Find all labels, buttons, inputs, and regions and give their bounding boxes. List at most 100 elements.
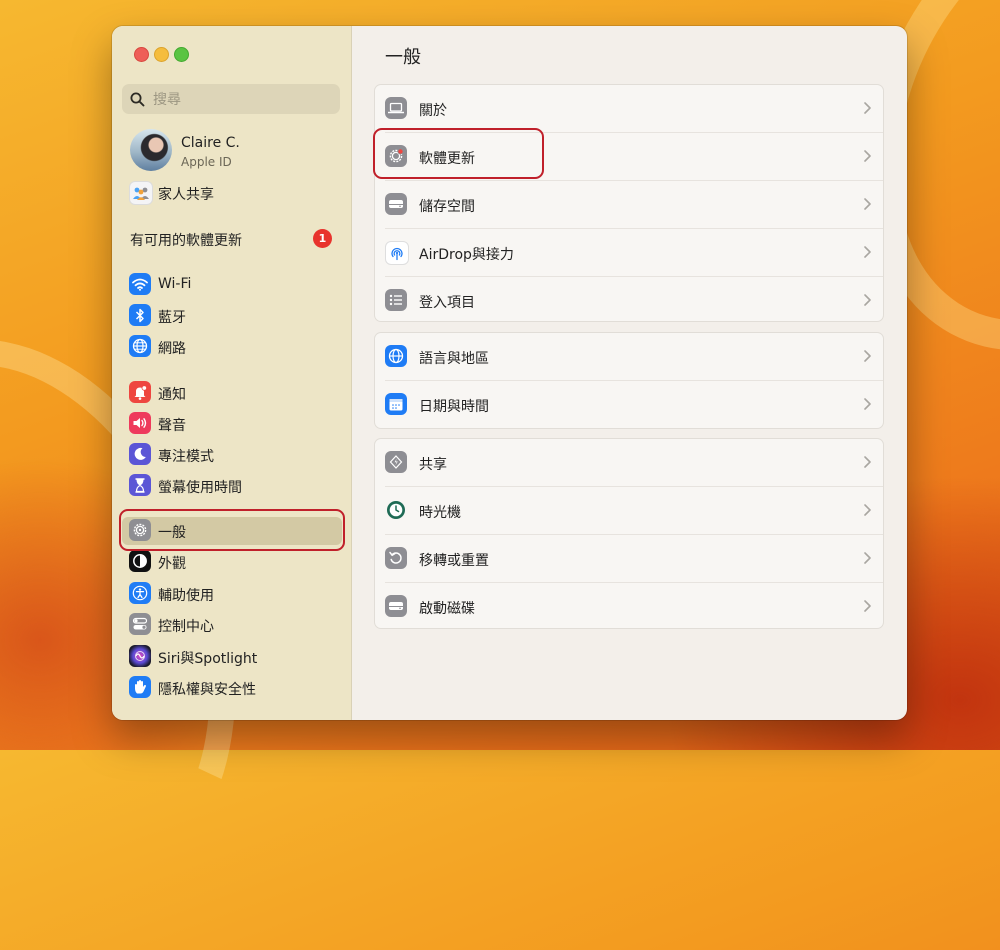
settings-row-time-machine[interactable]: 時光機 <box>375 487 883 535</box>
sidebar-item-focus[interactable]: 專注模式 <box>122 441 342 469</box>
chevron-right-icon <box>864 504 871 516</box>
globe-icon <box>129 335 151 357</box>
sidebar-item-sound[interactable]: 聲音 <box>122 410 342 438</box>
settings-group-maintenance: 共享 時光機 移轉或重置 啟動磁碟 <box>374 438 884 629</box>
sidebar-item-bluetooth[interactable]: 藍牙 <box>122 302 342 330</box>
sidebar-item-privacy-security[interactable]: 隱私權與安全性 <box>122 674 342 702</box>
sidebar-item-label: 藍牙 <box>158 310 186 326</box>
page-title: 一般 <box>385 47 421 68</box>
appearance-icon <box>129 550 151 572</box>
airdrop-icon <box>385 241 409 265</box>
sidebar-item-wifi[interactable]: Wi-Fi <box>122 271 342 299</box>
chevron-right-icon <box>864 198 871 210</box>
reset-icon <box>385 547 407 569</box>
settings-row-label: 啟動磁碟 <box>419 601 475 617</box>
sidebar-item-label: 控制中心 <box>158 619 214 635</box>
sidebar-item-screen-time[interactable]: 螢幕使用時間 <box>122 472 342 500</box>
sidebar-item-label: 隱私權與安全性 <box>158 682 256 698</box>
settings-row-label: 登入項目 <box>419 295 475 311</box>
settings-row-label: 時光機 <box>419 505 461 521</box>
hourglass-icon <box>129 474 151 496</box>
settings-group-region: 語言與地區 日期與時間 <box>374 332 884 429</box>
sidebar-item-label: 專注模式 <box>158 449 214 465</box>
chevron-right-icon <box>864 350 871 362</box>
sidebar-item-label: 聲音 <box>158 418 186 434</box>
clock-icon <box>385 499 407 521</box>
sidebar-item-family-sharing[interactable]: 家人共享 <box>122 179 342 207</box>
settings-row-transfer-reset[interactable]: 移轉或重置 <box>375 535 883 583</box>
sidebar-item-accessibility[interactable]: 輔助使用 <box>122 580 342 608</box>
calendar-icon <box>385 393 407 415</box>
settings-window: Claire C. Apple ID 家人共享 有可用的軟體更新 1 <box>112 26 907 720</box>
sidebar-item-notifications[interactable]: 通知 <box>122 379 342 407</box>
settings-row-about[interactable]: 關於 <box>375 85 883 133</box>
sidebar-item-label: Wi-Fi <box>158 276 192 292</box>
search-icon <box>130 92 145 107</box>
settings-group-system: 關於 軟體更新 儲存空間 AirDrop與接力 登入項目 <box>374 84 884 322</box>
chevron-right-icon <box>864 456 871 468</box>
settings-row-login-items[interactable]: 登入項目 <box>375 277 883 325</box>
sidebar-item-label: 外觀 <box>158 556 186 572</box>
globe-icon <box>385 345 407 367</box>
disk-icon <box>385 595 407 617</box>
chevron-right-icon <box>864 398 871 410</box>
close-window-button[interactable] <box>134 47 149 62</box>
sidebar-item-network[interactable]: 網路 <box>122 333 342 361</box>
moon-icon <box>129 443 151 465</box>
settings-row-label: 移轉或重置 <box>419 553 489 569</box>
sidebar-item-label: Siri與Spotlight <box>158 651 258 667</box>
profile-subtitle: Apple ID <box>181 155 232 169</box>
family-icon <box>129 181 153 205</box>
laptop-icon <box>385 97 407 119</box>
settings-row-label: 關於 <box>419 103 447 119</box>
drive-icon <box>385 193 407 215</box>
sidebar-item-control-center[interactable]: 控制中心 <box>122 611 342 639</box>
avatar <box>130 129 172 171</box>
settings-row-airdrop-handoff[interactable]: AirDrop與接力 <box>375 229 883 277</box>
siri-icon <box>129 645 151 667</box>
wifi-icon <box>129 273 151 295</box>
highlight-general-annotation <box>119 509 345 551</box>
settings-row-label: 共享 <box>419 457 447 473</box>
sidebar-item-label: 通知 <box>158 387 186 403</box>
update-count-badge: 1 <box>313 229 332 248</box>
bluetooth-icon <box>129 304 151 326</box>
settings-row-label: 語言與地區 <box>419 351 489 367</box>
accessibility-icon <box>129 582 151 604</box>
apple-id-profile[interactable]: Claire C. Apple ID <box>130 129 340 175</box>
search-input[interactable] <box>151 88 335 112</box>
sidebar-item-label: 輔助使用 <box>158 588 214 604</box>
toggles-icon <box>129 613 151 635</box>
chevron-right-icon <box>864 552 871 564</box>
hand-icon <box>129 676 151 698</box>
sidebar: Claire C. Apple ID 家人共享 有可用的軟體更新 1 <box>112 26 352 720</box>
share-icon <box>385 451 407 473</box>
chevron-right-icon <box>864 246 871 258</box>
chevron-right-icon <box>864 294 871 306</box>
search-field[interactable] <box>122 84 340 114</box>
settings-row-date-time[interactable]: 日期與時間 <box>375 381 883 429</box>
sidebar-item-siri-spotlight[interactable]: Siri與Spotlight <box>122 643 342 671</box>
sidebar-item-label: 螢幕使用時間 <box>158 480 242 496</box>
zoom-window-button[interactable] <box>174 47 189 62</box>
chevron-right-icon <box>864 102 871 114</box>
sidebar-item-appearance[interactable]: 外觀 <box>122 548 342 576</box>
settings-row-sharing[interactable]: 共享 <box>375 439 883 487</box>
settings-row-language-region[interactable]: 語言與地區 <box>375 333 883 381</box>
software-update-notice[interactable]: 有可用的軟體更新 <box>130 230 242 250</box>
bell-icon <box>129 381 151 403</box>
sidebar-item-label: 家人共享 <box>158 187 214 203</box>
settings-row-storage[interactable]: 儲存空間 <box>375 181 883 229</box>
sidebar-item-label: 網路 <box>158 341 186 357</box>
chevron-right-icon <box>864 150 871 162</box>
list-icon <box>385 289 407 311</box>
settings-row-label: 日期與時間 <box>419 399 489 415</box>
highlight-software-update-annotation <box>373 128 544 179</box>
profile-name: Claire C. <box>181 135 240 151</box>
settings-row-label: 儲存空間 <box>419 199 475 215</box>
minimize-window-button[interactable] <box>154 47 169 62</box>
settings-row-startup-disk[interactable]: 啟動磁碟 <box>375 583 883 631</box>
settings-row-label: AirDrop與接力 <box>419 247 514 263</box>
speaker-icon <box>129 412 151 434</box>
chevron-right-icon <box>864 600 871 612</box>
